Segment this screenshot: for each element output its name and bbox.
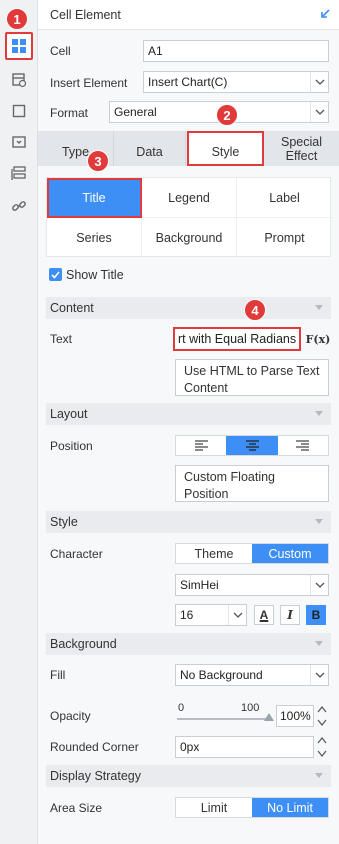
font-size-value: 16 (180, 608, 194, 622)
collapse-arrow-icon[interactable] (319, 8, 331, 23)
limit-option[interactable]: Limit (176, 798, 252, 817)
html-parse-option[interactable]: Use HTML to Parse Text Content (175, 359, 329, 396)
style-option-series[interactable]: Series (47, 218, 142, 258)
icon-rail (0, 0, 38, 844)
section-content-title: Content (50, 301, 94, 315)
stepper-up-icon (317, 706, 327, 713)
step-badge-3: 3 (87, 150, 109, 172)
tab-data[interactable]: Data (114, 131, 186, 166)
custom-floating-position-option[interactable]: Custom Floating Position (175, 465, 329, 502)
chevron-down-icon (310, 102, 328, 122)
position-label: Position (50, 439, 93, 453)
style-option-background[interactable]: Background (142, 218, 237, 258)
widget-icon[interactable] (5, 128, 33, 156)
condition-icon[interactable] (5, 159, 33, 187)
cell-attribute-icon[interactable] (5, 66, 33, 94)
format-value: General (114, 105, 157, 119)
step-badge-2: 2 (216, 104, 238, 126)
position-align-group (175, 435, 329, 456)
opacity-slider-thumb[interactable] (264, 713, 274, 721)
insert-element-value: Insert Chart(C) (148, 75, 228, 89)
section-display-strategy[interactable]: Display Strategy (46, 765, 331, 787)
rounded-corner-input[interactable]: 0px (175, 736, 314, 758)
insert-element-label: Insert Element (50, 76, 128, 90)
fill-value: No Background (180, 668, 263, 682)
collapse-triangle-icon (315, 519, 323, 524)
character-mode-group: Theme Custom (175, 543, 329, 564)
opacity-input[interactable]: 100% (276, 705, 314, 727)
collapse-triangle-icon (315, 641, 323, 646)
stepper-down-icon (317, 719, 327, 726)
opacity-max: 100 (241, 702, 260, 714)
section-style[interactable]: Style (46, 511, 331, 533)
show-title-label: Show Title (66, 268, 124, 282)
collapse-triangle-icon (315, 411, 323, 416)
corner-stepper[interactable] (317, 736, 329, 758)
cell-element-panel: Cell Element Cell A1 Insert Element Inse… (38, 0, 339, 844)
font-family-select[interactable]: SimHei (175, 574, 329, 596)
bold-button[interactable]: B (306, 605, 326, 625)
font-color-button[interactable]: A (254, 605, 274, 625)
character-label: Character (50, 547, 103, 561)
collapse-triangle-icon (315, 773, 323, 778)
center-align-icon[interactable] (226, 436, 278, 455)
tab-special-effect[interactable]: Special Effect (264, 131, 339, 166)
area-size-label: Area Size (50, 801, 103, 815)
rounded-corner-label: Rounded Corner (50, 740, 139, 754)
theme-option[interactable]: Theme (176, 544, 252, 563)
step-badge-1: 1 (6, 8, 28, 30)
text-label: Text (50, 332, 73, 346)
section-background[interactable]: Background (46, 633, 331, 655)
font-color-icon: A (259, 607, 269, 622)
right-align-icon[interactable] (278, 436, 328, 455)
collapse-triangle-icon (315, 305, 323, 310)
formula-icon[interactable]: F(x) (306, 329, 331, 349)
no-limit-option[interactable]: No Limit (252, 798, 328, 817)
cell-element-icon[interactable] (5, 32, 33, 60)
chevron-down-icon (310, 575, 328, 595)
chevron-down-icon (310, 72, 328, 92)
cell-input[interactable]: A1 (143, 40, 329, 62)
left-align-icon[interactable] (176, 436, 226, 455)
opacity-slider-track[interactable] (177, 718, 269, 720)
font-family-value: SimHei (180, 578, 219, 592)
italic-button[interactable]: I (280, 605, 300, 625)
stepper-up-icon (317, 737, 327, 744)
style-option-legend[interactable]: Legend (142, 178, 237, 218)
fill-select[interactable]: No Background (175, 664, 329, 686)
section-layout-title: Layout (50, 407, 88, 421)
format-label: Format (50, 106, 89, 120)
tab-style[interactable]: Style (187, 131, 264, 166)
section-layout[interactable]: Layout (46, 403, 331, 425)
border-icon[interactable] (5, 97, 33, 125)
style-option-prompt[interactable]: Prompt (237, 218, 332, 258)
area-size-group: Limit No Limit (175, 797, 329, 818)
opacity-label: Opacity (50, 709, 91, 723)
section-content[interactable]: Content (46, 297, 331, 319)
insert-element-select[interactable]: Insert Chart(C) (143, 71, 329, 93)
tab-bar: Type Data Style Special Effect (38, 131, 339, 166)
cell-label: Cell (50, 44, 71, 58)
panel-title: Cell Element (50, 7, 121, 22)
section-style-title: Style (50, 515, 78, 529)
opacity-stepper[interactable] (317, 705, 329, 727)
style-option-title[interactable]: Title (47, 178, 142, 218)
step-badge-4: 4 (244, 299, 266, 321)
chevron-down-icon (310, 665, 328, 685)
panel-header: Cell Element (38, 0, 339, 30)
style-options-grid: Title Legend Label Series Background Pro… (46, 177, 332, 258)
hyperlink-icon[interactable] (5, 192, 33, 220)
fill-label: Fill (50, 668, 66, 682)
stepper-down-icon (317, 750, 327, 757)
section-display-title: Display Strategy (50, 769, 142, 783)
chevron-down-icon (228, 605, 246, 625)
opacity-min: 0 (178, 702, 185, 714)
title-text-input[interactable]: rt with Equal Radians (173, 327, 301, 351)
font-size-select[interactable]: 16 (175, 604, 247, 626)
custom-option[interactable]: Custom (252, 544, 328, 563)
section-background-title: Background (50, 637, 117, 651)
show-title-checkbox[interactable] (49, 268, 62, 281)
style-option-label[interactable]: Label (237, 178, 332, 218)
